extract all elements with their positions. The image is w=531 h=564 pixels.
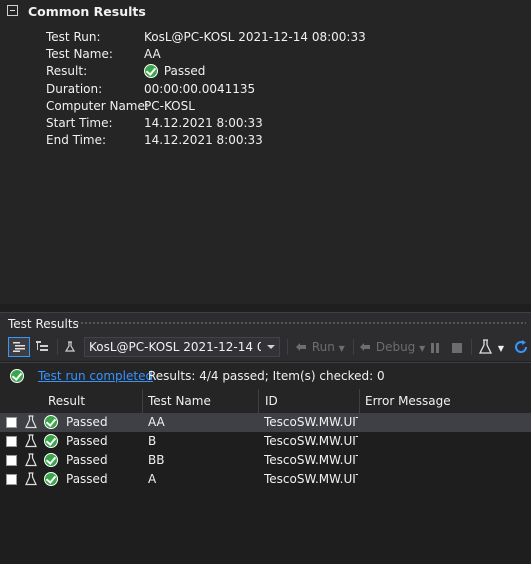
hierarchy-view-button[interactable] (32, 337, 54, 357)
column-header-test-name[interactable]: Test Name (148, 394, 211, 408)
passed-icon (44, 472, 58, 486)
row-checkbox[interactable] (6, 417, 17, 428)
row-test-name: A (148, 472, 157, 486)
passed-icon (10, 369, 24, 383)
row-checkbox[interactable] (6, 436, 17, 447)
chevron-down-icon: ▼ (497, 344, 504, 353)
result-value: Passed (144, 63, 205, 80)
refresh-icon (515, 340, 528, 354)
flask-icon (25, 472, 37, 486)
column-header-id[interactable]: ID (265, 394, 278, 408)
duration-label: Duration: (46, 82, 103, 96)
duration-value: 00:00:00.0041135 (144, 82, 256, 96)
debug-label: Debug (375, 340, 416, 354)
test-name-label: Test Name: (46, 47, 113, 61)
chevron-down-icon: ▼ (419, 344, 426, 353)
table-row[interactable]: Passed BB TescoSW.MW.UITe (0, 451, 531, 470)
test-run-select-value: KosL@PC-KOSL 2021-12-14 08:00:33 (89, 340, 261, 354)
column-divider[interactable] (258, 389, 259, 413)
panel-grip[interactable] (76, 321, 526, 326)
row-id: TescoSW.MW.UITe (264, 434, 358, 448)
group-by-icon (13, 342, 25, 352)
table-row[interactable]: Passed AA TescoSW.MW.UITe (0, 413, 531, 432)
run-icon (296, 343, 306, 351)
column-divider[interactable] (359, 389, 360, 413)
flask-settings-icon (64, 341, 76, 352)
end-time-label: End Time: (46, 133, 107, 147)
computer-name-label: Computer Name: (46, 99, 149, 113)
test-results-title: Test Results (8, 317, 79, 331)
end-time-value: 14.12.2021 8:00:33 (144, 133, 263, 147)
passed-icon (44, 434, 58, 448)
row-test-name: BB (148, 453, 165, 467)
row-result: Passed (66, 453, 108, 467)
pause-icon (431, 343, 439, 353)
toolbar-separator (353, 339, 354, 355)
flask-icon (25, 434, 37, 448)
table-row[interactable]: Passed A TescoSW.MW.UITe (0, 470, 531, 489)
chevron-down-icon (267, 345, 275, 349)
flask-icon (25, 453, 37, 467)
row-id: TescoSW.MW.UITe (264, 453, 358, 467)
passed-icon (44, 453, 58, 467)
test-run-completed-link[interactable]: Test run completed (38, 369, 153, 383)
row-result: Passed (66, 415, 108, 429)
flask-icon (25, 415, 37, 429)
pane-splitter[interactable] (0, 304, 531, 312)
row-result: Passed (66, 472, 108, 486)
common-results-pane: Common Results Test Run: KosL@PC-KOSL 20… (0, 0, 531, 304)
column-header-error-message[interactable]: Error Message (365, 394, 451, 408)
row-checkbox[interactable] (6, 474, 17, 485)
grid-header: Result Test Name ID Error Message (0, 389, 531, 414)
result-label: Result: (46, 64, 88, 78)
computer-name-value: PC-KOSL (144, 99, 195, 113)
chevron-down-icon: ▼ (338, 344, 345, 353)
row-result: Passed (66, 434, 108, 448)
collapse-icon[interactable] (7, 5, 18, 16)
passed-icon (44, 415, 58, 429)
row-test-name: B (148, 434, 157, 448)
run-label: Run (311, 340, 335, 354)
result-text: Passed (163, 64, 206, 78)
debug-icon (360, 343, 370, 351)
table-row[interactable]: Passed B TescoSW.MW.UITe (0, 432, 531, 451)
test-results-toolbar: KosL@PC-KOSL 2021-12-14 08:00:33 Run ▼ D… (0, 333, 531, 361)
test-results-grid: Result Test Name ID Error Message Passed… (0, 389, 531, 564)
stop-icon (452, 343, 462, 353)
status-bar: Test run completed Results: 4/4 passed; … (0, 362, 531, 390)
column-header-result[interactable]: Result (48, 394, 85, 408)
row-checkbox[interactable] (6, 455, 17, 466)
test-name-value: AA (144, 47, 161, 61)
start-time-value: 14.12.2021 8:00:33 (144, 116, 263, 130)
refresh-button[interactable] (513, 339, 529, 358)
row-test-name: AA (148, 415, 165, 429)
pause-button[interactable] (430, 342, 440, 353)
toolbar-separator (287, 339, 288, 355)
common-results-title: Common Results (28, 4, 146, 19)
run-tests-after-build-button[interactable]: ▼ (478, 339, 504, 358)
toolbar-separator (471, 339, 472, 355)
debug-button[interactable]: Debug ▼ (358, 340, 425, 354)
hierarchy-icon (36, 341, 48, 351)
start-time-label: Start Time: (46, 116, 113, 130)
test-run-select[interactable]: KosL@PC-KOSL 2021-12-14 08:00:33 (84, 337, 280, 357)
toolbar-separator (57, 339, 58, 355)
column-divider[interactable] (142, 389, 143, 413)
test-results-header: Test Results (0, 312, 531, 333)
test-settings-button[interactable] (60, 337, 82, 357)
passed-icon (144, 64, 158, 78)
row-id: TescoSW.MW.UITe (264, 472, 358, 486)
row-id: TescoSW.MW.UITe (264, 415, 358, 429)
stop-button[interactable] (452, 342, 462, 353)
group-by-button[interactable] (8, 337, 30, 357)
test-run-value: KosL@PC-KOSL 2021-12-14 08:00:33 (144, 30, 366, 44)
status-summary: Results: 4/4 passed; Item(s) checked: 0 (148, 369, 385, 383)
run-button[interactable]: Run ▼ (294, 340, 345, 354)
test-run-label: Test Run: (46, 30, 101, 44)
flask-run-icon (478, 339, 493, 354)
